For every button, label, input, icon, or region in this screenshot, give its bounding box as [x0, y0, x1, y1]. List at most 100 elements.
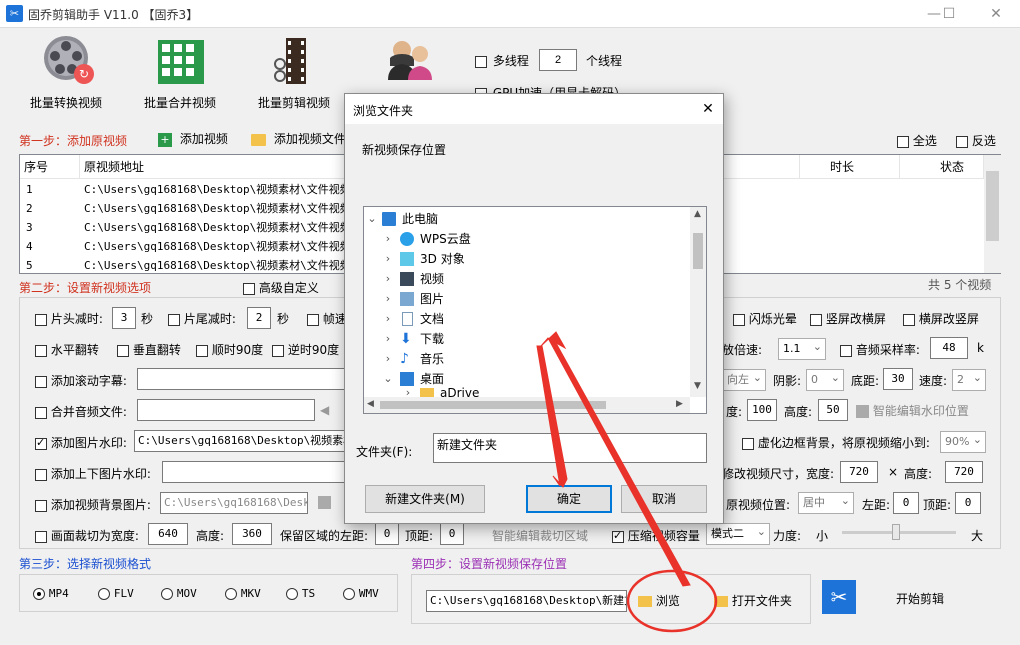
tree-item-wps-cloud[interactable]: › WPS云盘 — [364, 229, 688, 249]
shadow-select[interactable]: 0 — [806, 368, 844, 391]
add-folder-button[interactable]: 添加视频文件 — [251, 130, 346, 147]
h2v-checkbox[interactable] — [903, 313, 915, 326]
hflip-checkbox[interactable] — [35, 344, 47, 357]
tree-item-videos[interactable]: › 视频 — [364, 269, 688, 289]
advanced-checkbox[interactable] — [243, 282, 255, 295]
head-cut-option[interactable]: 片头减时: — [35, 310, 103, 327]
format-radio[interactable] — [343, 587, 355, 600]
flash-option[interactable]: 闪烁光晕 — [733, 310, 797, 327]
add-video-button[interactable]: + 添加视频 — [158, 130, 228, 147]
dialog-close-button[interactable]: ✕ — [697, 98, 719, 120]
crop-option[interactable]: 画面裁切为宽度: — [35, 527, 139, 544]
tail-cut-option[interactable]: 片尾减时: — [168, 310, 236, 327]
audio-rate-input[interactable]: 48 — [930, 337, 968, 359]
bg-img-checkbox[interactable] — [35, 499, 47, 512]
updown-wm-input[interactable] — [162, 461, 346, 483]
direction-select[interactable]: 向左 — [722, 368, 766, 391]
tree-item-documents[interactable]: › 文档 — [364, 309, 688, 329]
tree-item-pictures[interactable]: › 图片 — [364, 289, 688, 309]
select-all-option[interactable]: 全选 — [897, 132, 937, 149]
tree-item-desktop[interactable]: ⌄ 桌面 — [364, 369, 688, 389]
resize-width-input[interactable]: 720 — [840, 461, 878, 483]
img-wm-option[interactable]: 添加图片水印: — [35, 434, 127, 451]
ccw90-option[interactable]: 逆时90度 — [272, 341, 339, 358]
col-header-duration[interactable]: 时长 — [800, 155, 900, 179]
tree-item-this-pc[interactable]: ⌄ 此电脑 — [364, 209, 688, 229]
bg-img-path-input[interactable]: C:\Users\gq168168\Deskto — [160, 492, 308, 514]
open-folder-button[interactable]: 打开文件夹 — [714, 592, 792, 609]
wm-width-input[interactable]: 100 — [747, 399, 777, 421]
folder-name-input[interactable]: 新建文件夹 — [433, 433, 707, 463]
compress-checkbox[interactable] — [612, 529, 624, 543]
batch-merge-button[interactable]: 批量合并视频 — [142, 34, 222, 114]
crop-width-input[interactable]: 640 — [148, 523, 188, 545]
hflip-option[interactable]: 水平翻转 — [35, 341, 99, 358]
tail-cut-checkbox[interactable] — [168, 313, 180, 326]
keep-left-input[interactable]: 0 — [375, 523, 399, 545]
invert-checkbox[interactable] — [956, 135, 968, 148]
strength-slider-thumb[interactable] — [892, 524, 900, 540]
format-option-mov[interactable]: MOV — [161, 586, 197, 600]
audio-rate-checkbox[interactable] — [840, 344, 852, 357]
speed-select[interactable]: 1.1 — [778, 337, 826, 360]
collapse-arrow-icon[interactable]: ⌄ — [366, 209, 378, 229]
merge-audio-checkbox[interactable] — [35, 406, 47, 419]
expand-arrow-icon[interactable]: › — [382, 309, 394, 329]
bg-img-option[interactable]: 添加视频背景图片: — [35, 496, 151, 513]
thread-count-input[interactable]: 2 — [539, 49, 577, 71]
smart-wm-button[interactable]: 智能编辑水印位置 — [856, 402, 969, 419]
head-cut-checkbox[interactable] — [35, 313, 47, 326]
maximize-button[interactable]: ☐ — [935, 4, 963, 24]
left-dist-input[interactable]: 0 — [893, 492, 919, 514]
ccw90-checkbox[interactable] — [272, 344, 284, 357]
h2v-option[interactable]: 横屏改竖屏 — [903, 310, 979, 327]
batch-edit-button[interactable]: 批量剪辑视频 — [256, 34, 336, 114]
scroll-right-icon[interactable]: ▶ — [676, 399, 683, 409]
expand-arrow-icon[interactable]: › — [382, 349, 394, 369]
smart-crop-button[interactable]: 智能编辑裁切区域 — [492, 527, 588, 544]
tree-item-adrive[interactable]: › aDrive — [364, 387, 688, 397]
users-button[interactable] — [384, 36, 440, 86]
merge-audio-option[interactable]: 合并音频文件: — [35, 403, 127, 420]
expand-arrow-icon[interactable]: › — [382, 229, 394, 249]
tree-item-downloads[interactable]: › ⬇ 下载 — [364, 329, 688, 349]
updown-wm-option[interactable]: 添加上下图片水印: — [35, 465, 151, 482]
save-path-input[interactable]: C:\Users\gq168168\Desktop\新建文件 — [426, 590, 627, 612]
vflip-checkbox[interactable] — [117, 344, 129, 357]
new-folder-button[interactable]: 新建文件夹(M) — [365, 485, 485, 513]
scroll-sub-option[interactable]: 添加滚动字幕: — [35, 372, 127, 389]
batch-convert-button[interactable]: ↻ 批量转换视频 — [28, 34, 108, 114]
scroll-up-icon[interactable]: ▲ — [694, 209, 701, 219]
multithread-checkbox[interactable] — [475, 55, 487, 68]
format-radio[interactable] — [98, 587, 110, 600]
cw90-checkbox[interactable] — [196, 344, 208, 357]
format-option-flv[interactable]: FLV — [98, 586, 134, 600]
folder-tree[interactable]: ⌄ 此电脑 › WPS云盘 › 3D 对象 › 视频 › 图片 › 文档 › ⬇… — [363, 206, 707, 414]
top-dist-input[interactable]: 0 — [955, 492, 981, 514]
virtual-bg-option[interactable]: 虚化边框背景，将原视频缩小到: — [742, 434, 930, 451]
crop-checkbox[interactable] — [35, 530, 47, 543]
tree-vscroll-thumb[interactable] — [693, 233, 703, 269]
scroll-sub-checkbox[interactable] — [35, 375, 47, 388]
col-header-status[interactable]: 状态 — [900, 155, 984, 179]
close-button[interactable]: ✕ — [982, 4, 1010, 24]
format-option-mkv[interactable]: MKV — [225, 586, 261, 600]
virtual-scale-select[interactable]: 90% — [940, 430, 986, 453]
collapse-arrow-icon[interactable]: ⌄ — [382, 369, 394, 389]
advanced-option[interactable]: 高级自定义 — [243, 279, 319, 296]
head-cut-input[interactable]: 3 — [112, 307, 136, 329]
browse-button[interactable]: 浏览 — [638, 592, 680, 609]
virtual-bg-checkbox[interactable] — [742, 437, 754, 450]
cw90-option[interactable]: 顺时90度 — [196, 341, 263, 358]
cancel-button[interactable]: 取消 — [621, 485, 707, 513]
frame-option[interactable]: 帧速 — [307, 310, 347, 327]
scroll-left-icon[interactable]: ◀ — [367, 399, 374, 409]
expand-arrow-icon[interactable]: › — [382, 329, 394, 349]
format-radio[interactable] — [225, 587, 237, 600]
col-header-no[interactable]: 序号 — [20, 155, 80, 179]
v2h-checkbox[interactable] — [810, 313, 822, 326]
invert-option[interactable]: 反选 — [956, 132, 996, 149]
select-all-checkbox[interactable] — [897, 135, 909, 148]
multithread-option[interactable]: 多线程 — [475, 52, 529, 69]
start-edit-button[interactable]: ✂ 开始剪辑 — [820, 580, 946, 616]
